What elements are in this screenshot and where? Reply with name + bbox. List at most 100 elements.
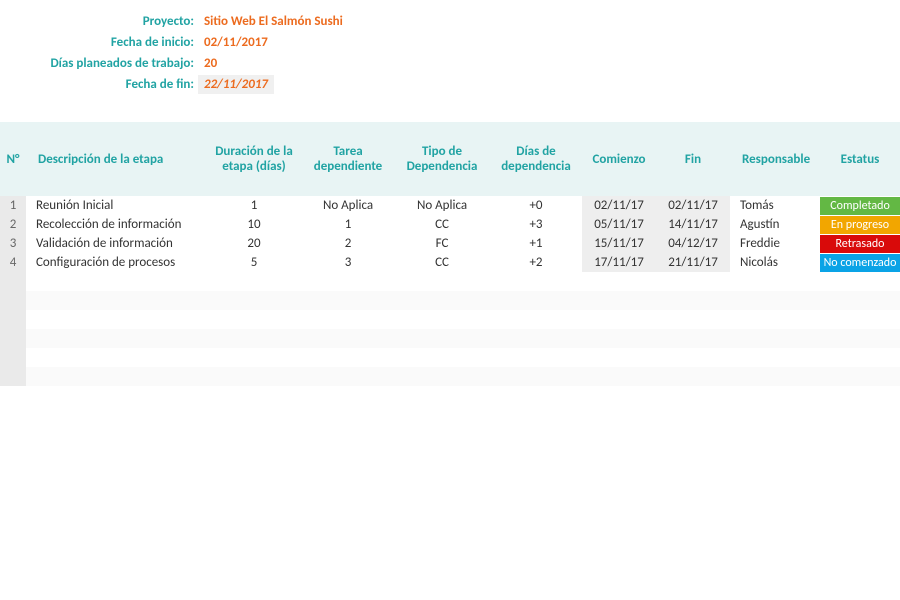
cell-deptype[interactable]: CC <box>394 253 490 272</box>
cell-status[interactable]: No comenzado <box>820 253 900 272</box>
cell-desc[interactable]: Configuración de procesos <box>26 253 206 272</box>
cell-empty[interactable] <box>730 291 820 310</box>
cell-empty[interactable] <box>490 348 582 367</box>
cell-empty[interactable] <box>302 310 394 329</box>
cell-empty[interactable] <box>490 272 582 291</box>
cell-status[interactable]: Completado <box>820 196 900 215</box>
cell-empty[interactable] <box>26 348 206 367</box>
cell-resp[interactable]: Agustín <box>730 215 820 234</box>
table-row[interactable]: 4Configuración de procesos53CC+217/11/17… <box>0 253 900 272</box>
cell-empty[interactable] <box>0 291 26 310</box>
cell-empty[interactable] <box>582 310 656 329</box>
cell-empty[interactable] <box>0 272 26 291</box>
table-row[interactable]: 2Recolección de información101CC+305/11/… <box>0 215 900 234</box>
cell-deptype[interactable]: FC <box>394 234 490 253</box>
cell-empty[interactable] <box>820 348 900 367</box>
cell-empty[interactable] <box>656 329 730 348</box>
cell-desc[interactable]: Validación de información <box>26 234 206 253</box>
cell-duration[interactable]: 10 <box>206 215 302 234</box>
cell-desc[interactable]: Recolección de información <box>26 215 206 234</box>
cell-empty[interactable] <box>302 367 394 386</box>
cell-empty[interactable] <box>394 310 490 329</box>
cell-empty[interactable] <box>490 329 582 348</box>
cell-empty[interactable] <box>394 367 490 386</box>
cell-empty[interactable] <box>656 272 730 291</box>
table-row-empty[interactable] <box>0 348 900 367</box>
cell-empty[interactable] <box>730 310 820 329</box>
cell-status[interactable]: Retrasado <box>820 234 900 253</box>
table-row-empty[interactable] <box>0 291 900 310</box>
cell-empty[interactable] <box>302 329 394 348</box>
cell-empty[interactable] <box>820 272 900 291</box>
cell-empty[interactable] <box>26 272 206 291</box>
cell-empty[interactable] <box>26 367 206 386</box>
cell-empty[interactable] <box>394 272 490 291</box>
cell-empty[interactable] <box>490 310 582 329</box>
table-row-empty[interactable] <box>0 329 900 348</box>
cell-dep[interactable]: No Aplica <box>302 196 394 215</box>
cell-desc[interactable]: Reunión Inicial <box>26 196 206 215</box>
cell-empty[interactable] <box>0 348 26 367</box>
cell-empty[interactable] <box>26 291 206 310</box>
table-row[interactable]: 3Validación de información202FC+115/11/1… <box>0 234 900 253</box>
table-row-empty[interactable] <box>0 272 900 291</box>
cell-empty[interactable] <box>582 367 656 386</box>
cell-empty[interactable] <box>820 329 900 348</box>
cell-empty[interactable] <box>0 367 26 386</box>
cell-empty[interactable] <box>206 291 302 310</box>
cell-depdays[interactable]: +3 <box>490 215 582 234</box>
cell-empty[interactable] <box>394 348 490 367</box>
cell-deptype[interactable]: CC <box>394 215 490 234</box>
cell-status[interactable]: En progreso <box>820 215 900 234</box>
cell-empty[interactable] <box>730 272 820 291</box>
cell-empty[interactable] <box>582 291 656 310</box>
cell-empty[interactable] <box>206 348 302 367</box>
cell-empty[interactable] <box>582 329 656 348</box>
cell-empty[interactable] <box>206 329 302 348</box>
cell-dep[interactable]: 2 <box>302 234 394 253</box>
cell-empty[interactable] <box>490 367 582 386</box>
cell-empty[interactable] <box>820 291 900 310</box>
cell-empty[interactable] <box>26 329 206 348</box>
cell-empty[interactable] <box>730 367 820 386</box>
cell-empty[interactable] <box>206 272 302 291</box>
cell-empty[interactable] <box>820 310 900 329</box>
cell-duration[interactable]: 20 <box>206 234 302 253</box>
cell-depdays[interactable]: +1 <box>490 234 582 253</box>
cell-empty[interactable] <box>656 348 730 367</box>
cell-empty[interactable] <box>490 291 582 310</box>
cell-empty[interactable] <box>730 348 820 367</box>
cell-empty[interactable] <box>302 348 394 367</box>
cell-empty[interactable] <box>582 348 656 367</box>
cell-empty[interactable] <box>302 291 394 310</box>
cell-empty[interactable] <box>582 272 656 291</box>
cell-empty[interactable] <box>26 310 206 329</box>
summary-value-start[interactable]: 02/11/2017 <box>198 33 274 52</box>
cell-empty[interactable] <box>656 291 730 310</box>
cell-dep[interactable]: 3 <box>302 253 394 272</box>
cell-deptype[interactable]: No Aplica <box>394 196 490 215</box>
cell-resp[interactable]: Nicolás <box>730 253 820 272</box>
cell-resp[interactable]: Tomás <box>730 196 820 215</box>
cell-dep[interactable]: 1 <box>302 215 394 234</box>
table-row-empty[interactable] <box>0 367 900 386</box>
cell-depdays[interactable]: +0 <box>490 196 582 215</box>
summary-value-project[interactable]: Sitio Web El Salmón Sushi <box>198 12 349 31</box>
cell-resp[interactable]: Freddie <box>730 234 820 253</box>
cell-empty[interactable] <box>394 291 490 310</box>
cell-depdays[interactable]: +2 <box>490 253 582 272</box>
table-row-empty[interactable] <box>0 310 900 329</box>
cell-empty[interactable] <box>206 310 302 329</box>
cell-empty[interactable] <box>394 329 490 348</box>
cell-empty[interactable] <box>730 329 820 348</box>
cell-empty[interactable] <box>820 367 900 386</box>
cell-empty[interactable] <box>0 329 26 348</box>
cell-empty[interactable] <box>656 367 730 386</box>
cell-empty[interactable] <box>206 367 302 386</box>
table-row[interactable]: 1Reunión Inicial1No AplicaNo Aplica+002/… <box>0 196 900 215</box>
cell-duration[interactable]: 5 <box>206 253 302 272</box>
cell-empty[interactable] <box>656 310 730 329</box>
cell-empty[interactable] <box>0 310 26 329</box>
summary-value-planned-days[interactable]: 20 <box>198 54 223 73</box>
cell-empty[interactable] <box>302 272 394 291</box>
